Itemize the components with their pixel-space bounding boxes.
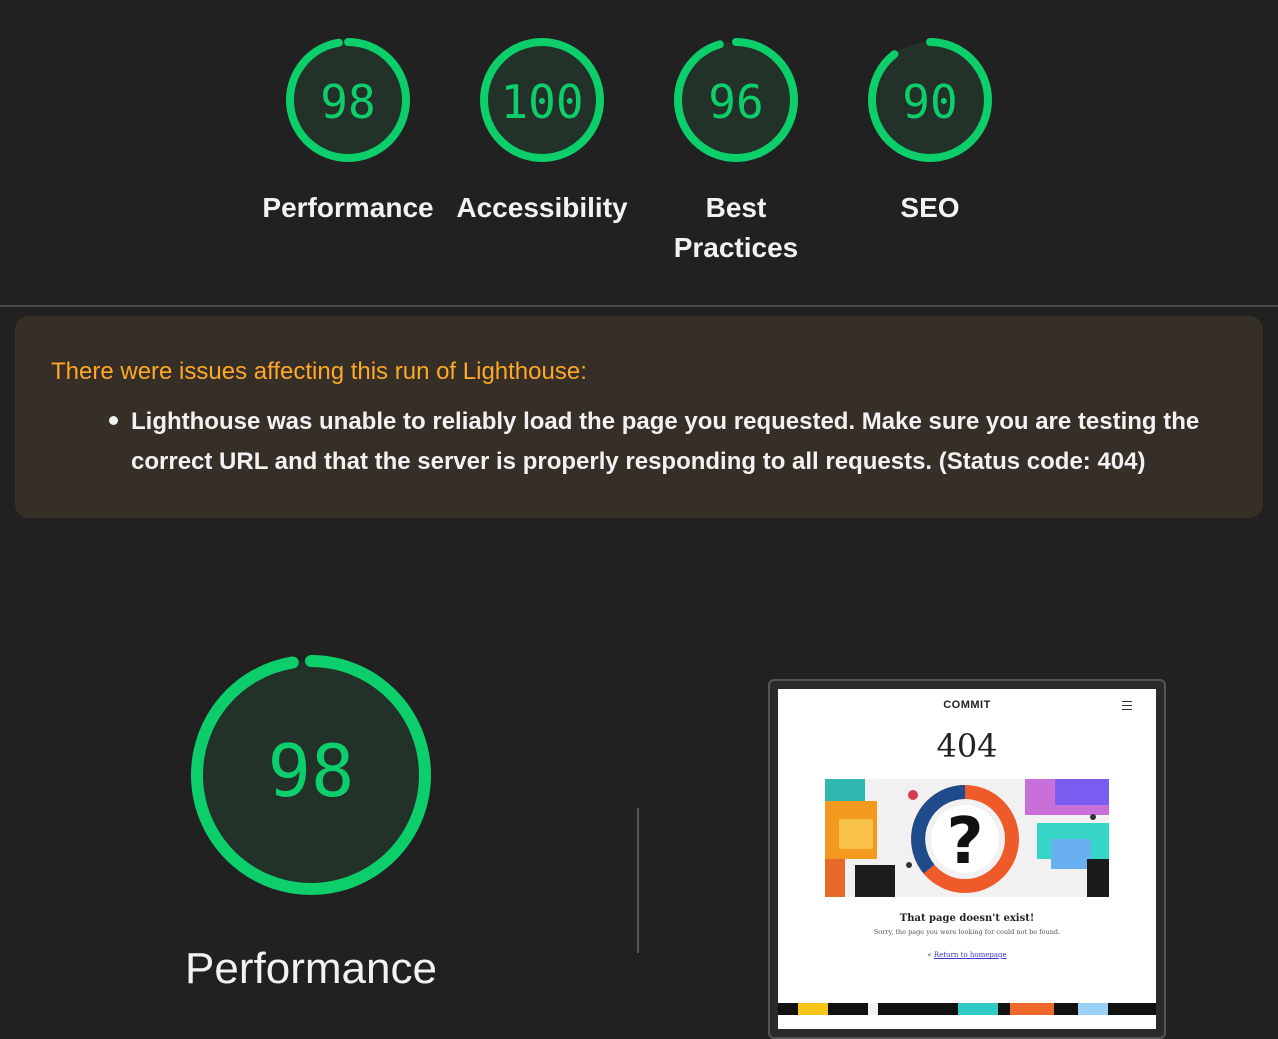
screenshot-heading: That page doesn't exist!	[899, 913, 1035, 924]
screenshot-subtext: Sorry, the page you were looking for cou…	[873, 928, 1061, 936]
question-mark-illustration: ?	[825, 779, 1109, 897]
gauge-label-line: Accessibility	[456, 192, 628, 223]
gauge-label-line: Performance	[262, 192, 434, 223]
gauge-label: Accessibility	[442, 188, 642, 228]
gauge-score: 96	[708, 75, 763, 129]
gauge-score: 90	[902, 75, 957, 129]
gauge-performance[interactable]: 98 Performance	[248, 34, 448, 228]
gauge-best-practices[interactable]: 96 Best Practices	[636, 34, 836, 268]
warning-title: There were issues affecting this run of …	[51, 358, 587, 385]
gauge-label: SEO	[830, 188, 1030, 228]
gauge-seo[interactable]: 90 SEO	[830, 34, 1030, 228]
gauge-label: Best Practices	[636, 188, 836, 268]
category-title: Performance	[185, 944, 437, 993]
warning-item-text: Lighthouse was unable to reliably load t…	[131, 408, 1200, 475]
chevron-left-icon: «	[927, 951, 932, 959]
gauge-ring: 96	[674, 38, 798, 162]
gauge-score: 98	[320, 75, 375, 129]
gauge-label: Performance	[248, 188, 448, 228]
screenshot-logo: COMMIT	[943, 699, 991, 711]
screenshot-error-code: 404	[936, 727, 998, 765]
gauge-label-line: Practices	[673, 232, 799, 263]
category-gauge-performance: 98	[186, 650, 436, 905]
category-score: 98	[268, 729, 355, 813]
screenshot-link-text: Return to homepage	[933, 951, 1007, 959]
gauge-label-line: Best	[705, 192, 767, 223]
footer-color-strip	[778, 1003, 1156, 1015]
gauge-score: 100	[500, 75, 583, 129]
screenshot-page: COMMIT 404 ? That page doesn't exist! So…	[778, 689, 1156, 1029]
svg-text:?: ?	[946, 805, 983, 879]
gauge-ring: 98	[286, 38, 410, 162]
gauge-accessibility[interactable]: 100 Accessibility	[442, 34, 642, 228]
vertical-divider	[637, 808, 639, 953]
run-warnings: There were issues affecting this run of …	[15, 316, 1263, 518]
warning-list: Lighthouse was unable to reliably load t…	[109, 402, 1223, 482]
final-screenshot[interactable]: COMMIT 404 ? That page doesn't exist! So…	[768, 679, 1166, 1039]
hamburger-icon	[1122, 701, 1132, 713]
gauge-ring: 90	[868, 38, 992, 162]
warning-item: Lighthouse was unable to reliably load t…	[109, 402, 1223, 482]
score-gauges: 98 Performance 100 Accessibility 96 Best…	[0, 0, 1278, 306]
gauge-label-line: SEO	[900, 192, 960, 223]
bullet-icon	[109, 416, 118, 425]
category-gauge-ring: 98	[191, 655, 431, 895]
section-divider	[0, 305, 1278, 307]
gauge-ring: 100	[480, 38, 604, 162]
screenshot-return-link: « Return to homepage	[778, 951, 1156, 959]
